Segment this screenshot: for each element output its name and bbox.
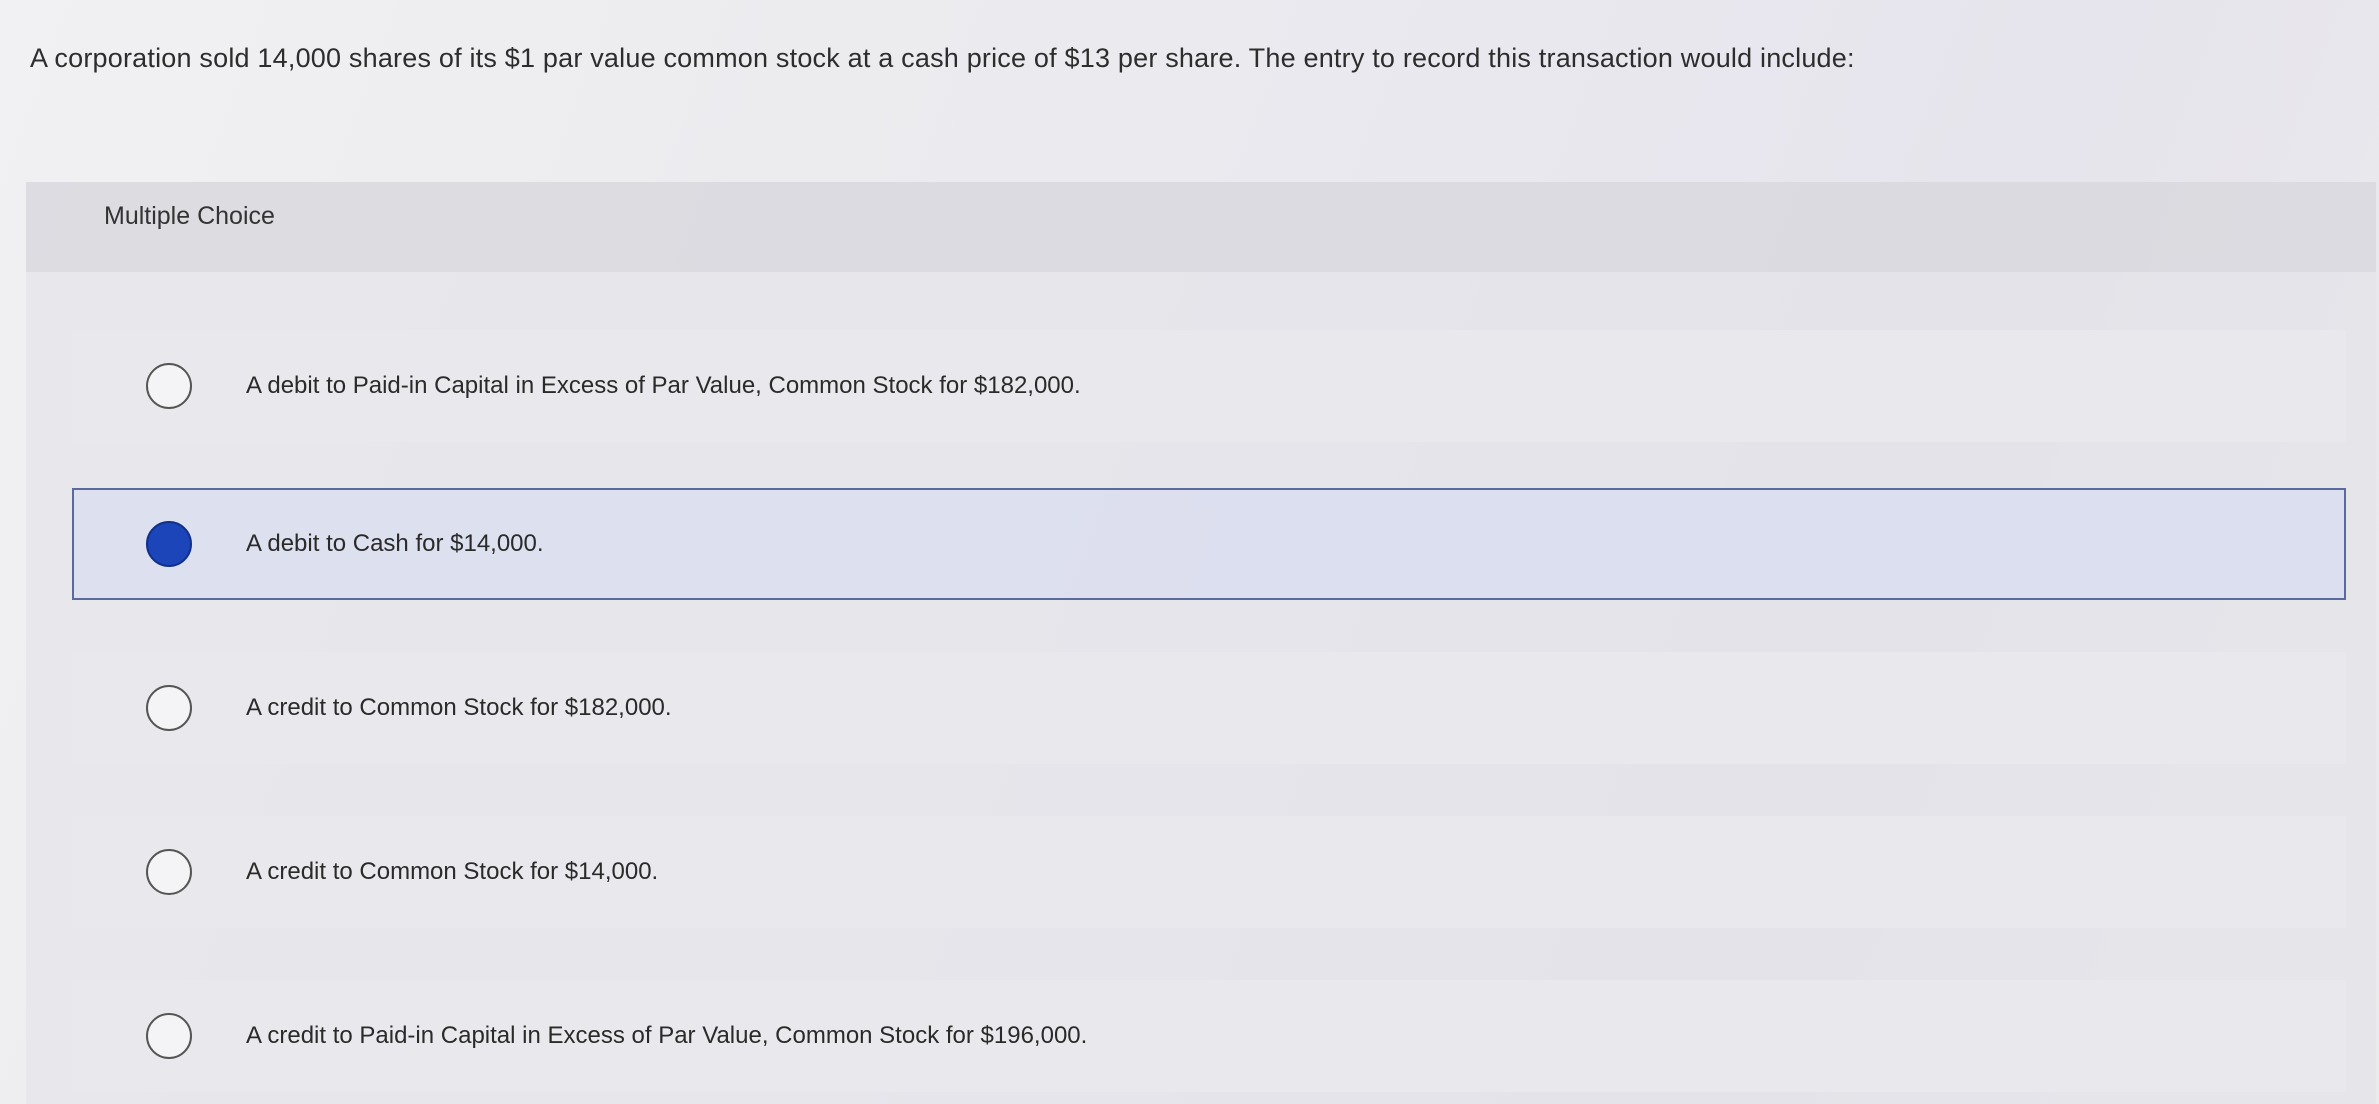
multiple-choice-panel: Multiple Choice A debit to Paid-in Capit…: [26, 182, 2376, 1104]
radio-button-unchecked[interactable]: [146, 685, 192, 731]
panel-header: Multiple Choice: [26, 182, 2376, 272]
radio-button-checked[interactable]: [146, 521, 192, 567]
answer-option-5[interactable]: A credit to Paid-in Capital in Excess of…: [72, 980, 2346, 1092]
answer-option-label: A credit to Paid-in Capital in Excess of…: [246, 1022, 1088, 1049]
answer-option-label: A credit to Common Stock for $14,000.: [246, 858, 659, 885]
answer-option-label: A credit to Common Stock for $182,000.: [246, 694, 672, 721]
answer-option-4[interactable]: A credit to Common Stock for $14,000.: [72, 816, 2346, 928]
radio-button-unchecked[interactable]: [146, 849, 192, 895]
radio-button-unchecked[interactable]: [146, 363, 192, 409]
multiple-choice-label: Multiple Choice: [104, 202, 275, 230]
answer-option-1[interactable]: A debit to Paid-in Capital in Excess of …: [72, 330, 2346, 442]
question-text: A corporation sold 14,000 shares of its …: [30, 43, 1855, 73]
answer-option-label: A debit to Cash for $14,000.: [246, 530, 544, 557]
radio-button-unchecked[interactable]: [146, 1013, 192, 1059]
answer-option-label: A debit to Paid-in Capital in Excess of …: [246, 372, 1081, 399]
answer-option-2[interactable]: A debit to Cash for $14,000.: [72, 488, 2346, 600]
answer-option-3[interactable]: A credit to Common Stock for $182,000.: [72, 652, 2346, 764]
